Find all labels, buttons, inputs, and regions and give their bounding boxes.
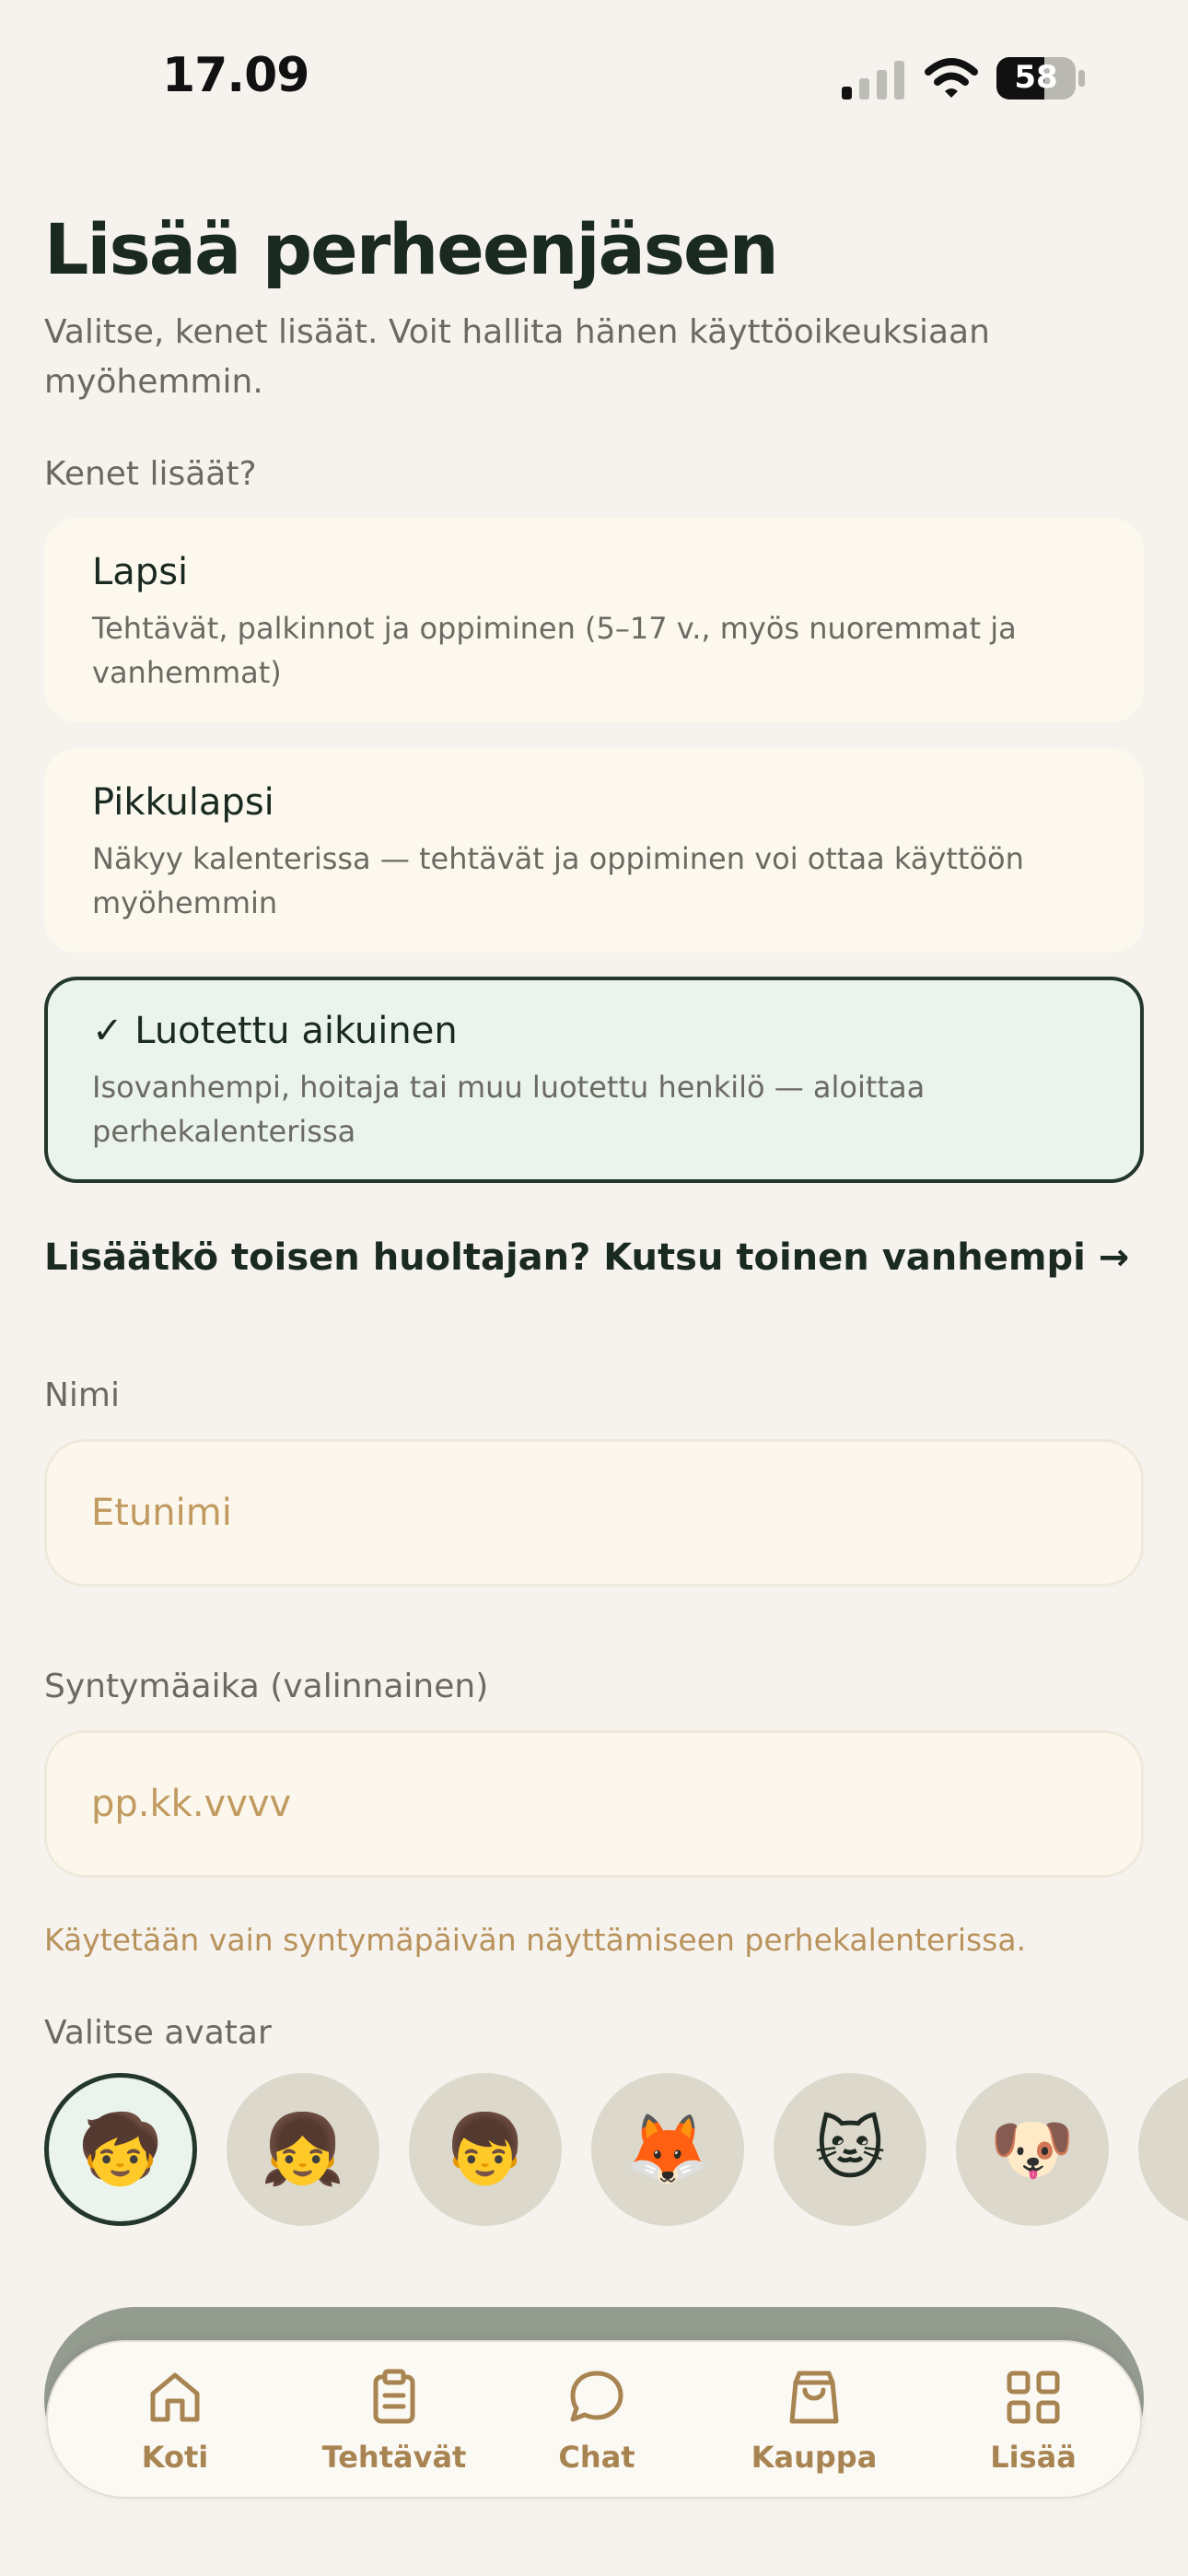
home-icon: [150, 2372, 200, 2422]
who-label: Kenet lisäät?: [44, 455, 257, 493]
avatar-option-child[interactable]: 🧒: [44, 2073, 197, 2226]
avatar-option-fox[interactable]: 🦊: [591, 2073, 744, 2226]
avatar-option-girl[interactable]: 👧: [227, 2073, 379, 2226]
tab-label: Tehtävät: [321, 2440, 467, 2475]
avatar-picker: 🧒 👧 👦 🦊 🐱 🐶: [44, 2071, 1188, 2230]
avatar-option-more[interactable]: [1138, 2073, 1188, 2226]
invite-parent-link[interactable]: Lisäätkö toisen huoltajan? Kutsu toinen …: [44, 1236, 1129, 1279]
birthdate-hint: Käytetään vain syntymäpäivän näyttämisee…: [44, 1922, 1027, 1958]
option-title: Pikkulapsi: [92, 781, 274, 824]
option-description: Isovanhempi, hoitaja tai muu luotettu he…: [92, 1070, 926, 1149]
option-description: Näkyy kalenterissa — tehtävät ja oppimin…: [92, 841, 1024, 920]
option-child[interactable]: Lapsi Tehtävät, palkinnot ja oppiminen (…: [44, 518, 1144, 722]
first-name-input[interactable]: [44, 1439, 1144, 1587]
option-title: ✓ Luotettu aikuinen: [92, 1010, 458, 1052]
tab-label: Kauppa: [751, 2440, 878, 2475]
birthdate-label: Syntymäaika (valinnainen): [44, 1668, 489, 1705]
chat-bubble-icon: [570, 2371, 623, 2422]
cellular-signal-icon: [842, 61, 904, 100]
battery-icon: 58: [996, 57, 1085, 100]
tab-label: Chat: [558, 2440, 635, 2475]
clipboard-icon: [373, 2369, 415, 2424]
tab-label: Koti: [141, 2440, 209, 2475]
status-time: 17.09: [162, 48, 309, 103]
avatar-option-cat[interactable]: 🐱: [774, 2073, 926, 2226]
battery-level: 58: [1014, 59, 1058, 96]
bottom-tab-bar: Koti Tehtävät Chat Kauppa Lisää: [46, 2340, 1142, 2499]
tab-home[interactable]: Koti: [83, 2368, 267, 2475]
shopping-bag-icon: [789, 2371, 839, 2424]
avatar-label: Valitse avatar: [44, 2014, 272, 2052]
name-label: Nimi: [44, 1376, 121, 1414]
page-subtitle: Valitse, kenet lisäät. Voit hallita häne…: [44, 313, 990, 401]
option-trusted-adult[interactable]: ✓ Luotettu aikuinen Isovanhempi, hoitaja…: [44, 977, 1144, 1183]
tab-tasks[interactable]: Tehtävät: [302, 2368, 486, 2475]
birthdate-input[interactable]: [44, 1730, 1144, 1878]
tab-more[interactable]: Lisää: [941, 2368, 1125, 2475]
option-description: Tehtävät, palkinnot ja oppiminen (5–17 v…: [92, 611, 1017, 690]
avatar-option-boy[interactable]: 👦: [409, 2073, 562, 2226]
tab-chat[interactable]: Chat: [505, 2368, 689, 2475]
page-title: Lisää perheenjäsen: [44, 208, 779, 290]
tab-shop[interactable]: Kauppa: [722, 2368, 906, 2475]
option-toddler[interactable]: Pikkulapsi Näkyy kalenterissa — tehtävät…: [44, 748, 1144, 953]
tab-label: Lisää: [990, 2440, 1077, 2475]
avatar-option-dog[interactable]: 🐶: [956, 2073, 1109, 2226]
wifi-icon: [925, 58, 978, 98]
option-title: Lapsi: [92, 551, 189, 593]
grid-icon: [1007, 2371, 1060, 2424]
